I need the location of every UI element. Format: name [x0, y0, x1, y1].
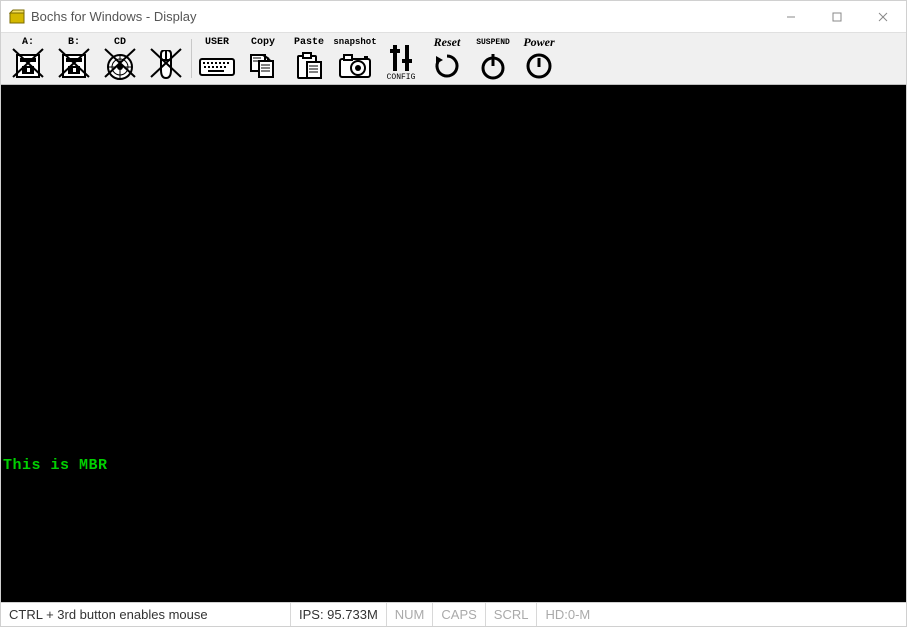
config-button[interactable]: CONFIG [378, 35, 424, 82]
cdrom-label: CD [114, 37, 126, 49]
cdrom-button[interactable]: CD [97, 35, 143, 82]
suspend-button[interactable]: SUSPEND [470, 35, 516, 82]
minimize-button[interactable] [768, 1, 814, 33]
floppy-a-label: A: [22, 37, 34, 49]
config-label: CONFIG [387, 73, 416, 82]
user-label: USER [205, 37, 229, 49]
close-button[interactable] [860, 1, 906, 33]
snapshot-button[interactable]: snapshot [332, 35, 378, 82]
console-output-line: This is MBR [3, 457, 108, 474]
reset-button[interactable]: Reset [424, 35, 470, 82]
toolbar: A: B: CD [1, 33, 906, 85]
floppy-a-button[interactable]: A: [5, 35, 51, 82]
mouse-capture-button[interactable] [143, 35, 189, 82]
app-icon [9, 9, 25, 25]
status-scrl: SCRL [486, 603, 538, 626]
reset-label: Reset [434, 37, 461, 49]
status-ips: IPS: 95.733M [291, 603, 387, 626]
window-controls [768, 1, 906, 33]
toolbar-separator [191, 39, 192, 78]
window-titlebar: Bochs for Windows - Display [1, 1, 906, 33]
power-label: Power [523, 37, 554, 49]
floppy-b-button[interactable]: B: [51, 35, 97, 82]
power-button[interactable]: Power [516, 35, 562, 82]
maximize-button[interactable] [814, 1, 860, 33]
floppy-b-icon [56, 49, 92, 82]
cdrom-icon [102, 49, 138, 82]
emulator-display[interactable]: This is MBR [1, 85, 906, 602]
copy-icon [245, 49, 281, 82]
status-hd: HD:0-M [537, 603, 598, 626]
camera-icon [337, 49, 373, 82]
suspend-label: SUSPEND [476, 37, 510, 49]
sliders-icon [383, 43, 419, 73]
paste-label: Paste [294, 37, 324, 49]
keyboard-icon [199, 49, 235, 82]
status-caps: CAPS [433, 603, 485, 626]
floppy-a-icon [10, 49, 46, 82]
floppy-b-label: B: [68, 37, 80, 49]
user-keys-button[interactable]: USER [194, 35, 240, 82]
copy-label: Copy [251, 37, 275, 49]
paste-button[interactable]: Paste [286, 35, 332, 82]
reset-icon [429, 49, 465, 82]
snapshot-label: snapshot [333, 37, 376, 49]
status-hint: CTRL + 3rd button enables mouse [1, 603, 291, 626]
status-num: NUM [387, 603, 434, 626]
power-icon [521, 49, 557, 82]
mouse-icon [148, 49, 184, 82]
copy-button[interactable]: Copy [240, 35, 286, 82]
paste-icon [291, 49, 327, 82]
window-title: Bochs for Windows - Display [31, 9, 196, 24]
status-bar: CTRL + 3rd button enables mouse IPS: 95.… [1, 602, 906, 626]
suspend-icon [475, 49, 511, 82]
